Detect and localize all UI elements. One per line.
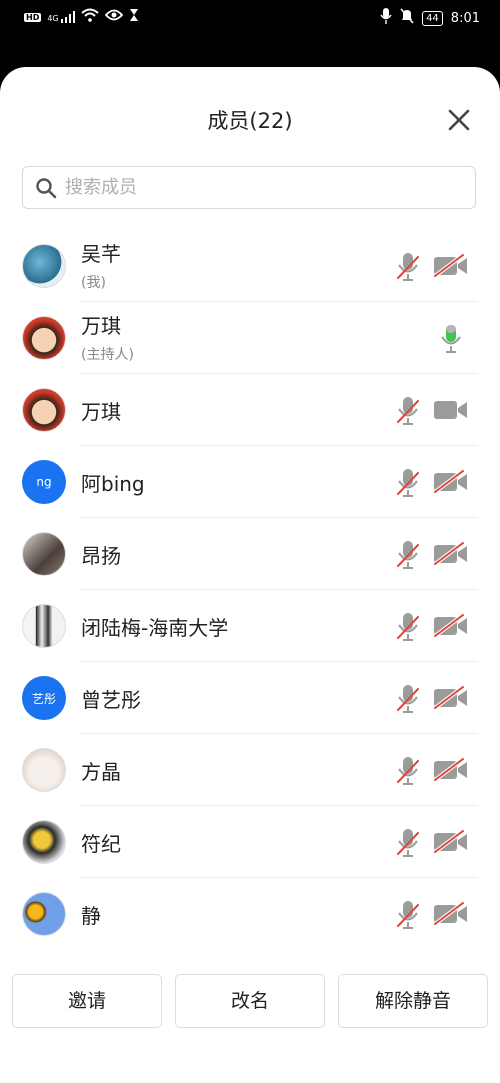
search-input[interactable] [63,176,447,199]
member-row[interactable]: ng 阿bing [0,446,500,518]
mic-muted-icon[interactable] [396,612,420,642]
signal-4g-icon: 4G [47,11,75,23]
camera-off-icon[interactable] [433,685,469,710]
rename-button[interactable]: 改名 [175,974,325,1028]
member-row[interactable]: 闭陆梅-海南大学 [0,590,500,662]
avatar: 艺彤 [22,676,66,720]
mic-muted-icon[interactable] [396,684,420,714]
member-role: (我) [81,275,106,291]
mic-muted-icon[interactable] [396,252,420,282]
member-row[interactable]: 艺彤 曾艺彤 [0,662,500,734]
battery-icon: 44 [422,10,443,26]
avatar [22,892,66,936]
camera-off-icon[interactable] [433,253,469,278]
avatar [22,316,66,360]
mic-muted-icon[interactable] [396,468,420,498]
member-row[interactable]: 昂扬 [0,518,500,590]
mic-muted-icon[interactable] [396,540,420,570]
camera-off-icon[interactable] [433,469,469,494]
status-bar: HD 4G 44 8:01 [0,0,500,36]
close-icon[interactable] [446,107,472,133]
members-sheet: 成员(22) 吴芊 (我) 万琪 (主持人) 万琪 ng 阿bing 昂扬闭陆梅-海南大学艺彤… [0,67,500,1083]
bell-mute-icon [400,8,414,28]
invite-button[interactable]: 邀请 [12,974,162,1028]
member-name: 阿bing [81,472,145,496]
avatar [22,244,66,288]
avatar [22,388,66,432]
member-name: 万琪 [81,400,121,424]
mic-muted-icon[interactable] [396,756,420,786]
member-row[interactable]: 万琪 [0,374,500,446]
page-title: 成员(22) [207,109,293,133]
member-list: 吴芊 (我) 万琪 (主持人) 万琪 ng 阿bing 昂扬闭陆梅-海南大学艺彤 曾艺彤方晶符纪… [0,230,500,950]
member-row[interactable]: 符纪 [0,806,500,878]
search-box[interactable] [22,166,476,209]
camera-on-icon[interactable] [433,398,469,422]
unmute-button[interactable]: 解除静音 [338,974,488,1028]
clock: 8:01 [450,10,480,26]
wifi-icon [80,8,99,26]
member-row[interactable]: 万琪 (主持人) [0,302,500,374]
avatar [22,532,66,576]
member-name: 吴芊 [81,242,121,266]
member-name: 闭陆梅-海南大学 [81,616,229,640]
member-name: 方晶 [81,760,121,784]
member-row[interactable]: 吴芊 (我) [0,230,500,302]
camera-off-icon[interactable] [433,829,469,854]
member-name: 符纪 [81,832,121,856]
hd-icon: HD [24,12,42,22]
eye-icon [104,9,123,25]
avatar [22,604,66,648]
member-name: 静 [81,904,101,928]
footer-actions: 邀请 改名 解除静音 [0,974,500,1030]
search-icon [36,177,57,198]
mic-muted-icon[interactable] [396,396,420,426]
member-row[interactable]: 方晶 [0,734,500,806]
avatar: ng [22,460,66,504]
mic-muted-icon[interactable] [396,900,420,930]
mic-status-icon [380,8,392,28]
avatar-initials: ng [36,475,52,489]
camera-off-icon[interactable] [433,613,469,638]
avatar [22,748,66,792]
avatar [22,820,66,864]
camera-off-icon[interactable] [433,901,469,926]
mic-active-icon[interactable] [439,324,463,354]
camera-off-icon[interactable] [433,541,469,566]
member-role: (主持人) [81,347,134,363]
mic-muted-icon[interactable] [396,828,420,858]
member-row[interactable]: 静 [0,878,500,950]
member-name: 曾艺彤 [81,688,141,712]
avatar-initials: 艺彤 [31,691,56,706]
member-name: 万琪 [81,314,121,338]
camera-off-icon[interactable] [433,757,469,782]
member-name: 昂扬 [81,544,121,568]
hourglass-icon [129,8,139,26]
